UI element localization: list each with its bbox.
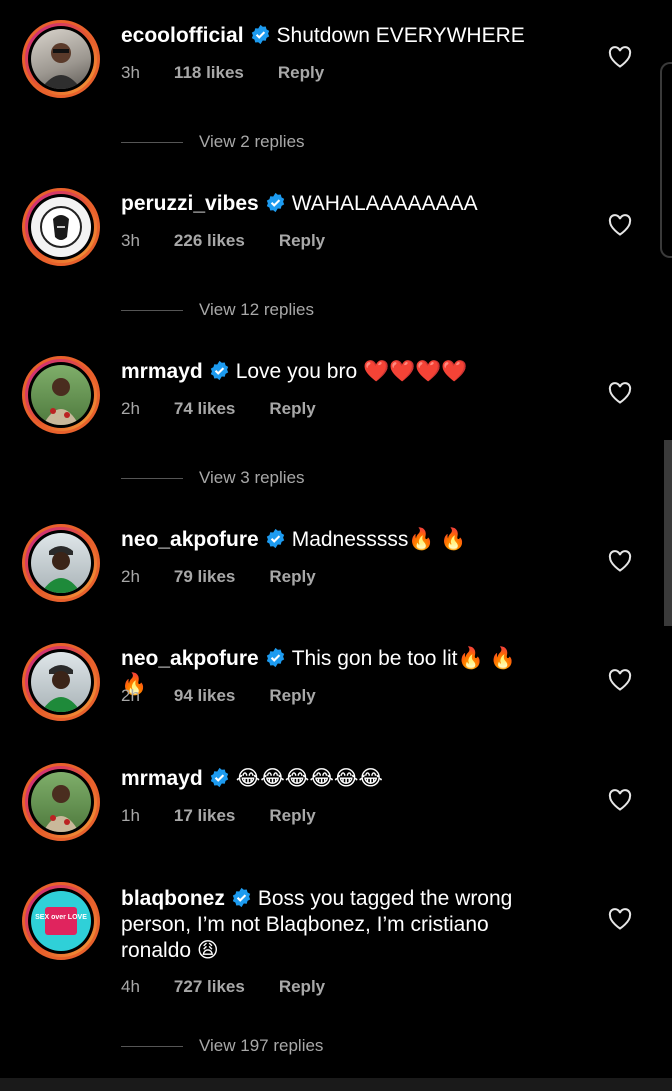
avatar-text: SEX over LOVE <box>35 914 87 921</box>
likes-count[interactable]: 226 likes <box>174 231 245 250</box>
timestamp: 2h <box>121 686 140 705</box>
comment-text: mrmayd Love you bro ❤️❤️❤️❤️ <box>121 359 541 385</box>
comment-text: ecoolofficial Shutdown EVERYWHERE <box>121 23 541 49</box>
scrollbar[interactable] <box>664 440 672 626</box>
comment-meta: 1h 17 likes Reply <box>121 806 350 826</box>
heart-icon[interactable] <box>608 908 632 930</box>
comment-body: Shutdown EVERYWHERE <box>276 24 525 47</box>
heart-icon[interactable] <box>608 214 632 236</box>
comment-text: neo_akpofure Madnesssss🔥 🔥 <box>121 527 541 553</box>
heart-icon[interactable] <box>608 669 632 691</box>
comment-body: Love you bro ❤️❤️❤️❤️ <box>235 360 468 383</box>
avatar[interactable] <box>22 643 100 721</box>
verified-icon <box>210 767 228 788</box>
comment-text: mrmayd 😂😂😂😂😂😂 <box>121 766 541 792</box>
avatar[interactable] <box>22 524 100 602</box>
verified-icon <box>266 528 284 549</box>
heart-icon[interactable] <box>608 789 632 811</box>
likes-count[interactable]: 74 likes <box>174 399 235 418</box>
username[interactable]: ecoolofficial <box>121 24 244 47</box>
avatar[interactable] <box>22 763 100 841</box>
comment-meta: 2h 79 likes Reply <box>121 567 350 587</box>
reply-button[interactable]: Reply <box>269 567 315 586</box>
avatar[interactable]: SEX over LOVE <box>22 882 100 960</box>
edge-panel-handle[interactable] <box>660 62 672 258</box>
comment-body: 😂😂😂😂😂😂 <box>235 767 383 790</box>
comment-meta: 4h 727 likes Reply <box>121 977 359 997</box>
divider <box>121 478 183 480</box>
likes-count[interactable]: 118 likes <box>174 63 244 82</box>
comment-meta: 2h 74 likes Reply <box>121 399 350 419</box>
username[interactable]: mrmayd <box>121 767 203 790</box>
divider <box>121 142 183 144</box>
bottom-bar <box>0 1078 672 1091</box>
comment-meta: 3h 118 likes Reply <box>121 63 358 83</box>
comment-body: WAHALAAAAAAAA <box>291 192 478 215</box>
view-replies-button[interactable]: View 3 replies <box>121 468 305 488</box>
username[interactable]: blaqbonez <box>121 887 225 910</box>
reply-button[interactable]: Reply <box>279 231 325 250</box>
heart-icon[interactable] <box>608 550 632 572</box>
avatar[interactable] <box>22 20 100 98</box>
likes-count[interactable]: 94 likes <box>174 686 235 705</box>
reply-button[interactable]: Reply <box>269 686 315 705</box>
avatar[interactable] <box>22 356 100 434</box>
timestamp: 3h <box>121 231 140 250</box>
view-replies-button[interactable]: View 2 replies <box>121 132 305 152</box>
comment-body: Madnesssss🔥 🔥 <box>291 528 467 551</box>
verified-icon <box>232 887 251 908</box>
comment-meta: 3h 226 likes Reply <box>121 231 359 251</box>
timestamp: 1h <box>121 806 140 825</box>
reply-button[interactable]: Reply <box>269 399 315 418</box>
likes-count[interactable]: 79 likes <box>174 567 235 586</box>
likes-count[interactable]: 727 likes <box>174 977 245 996</box>
username[interactable]: neo_akpofure <box>121 528 259 551</box>
username[interactable]: peruzzi_vibes <box>121 192 259 215</box>
view-replies-button[interactable]: View 197 replies <box>121 1036 323 1056</box>
username[interactable]: neo_akpofure <box>121 647 259 670</box>
view-replies-label: View 197 replies <box>199 1036 324 1055</box>
reply-button[interactable]: Reply <box>278 63 324 82</box>
likes-count[interactable]: 17 likes <box>174 806 235 825</box>
comment-meta: 2h 94 likes Reply <box>121 686 350 706</box>
comment-text: peruzzi_vibes WAHALAAAAAAAA <box>121 191 541 217</box>
avatar[interactable] <box>22 188 100 266</box>
timestamp: 2h <box>121 567 140 586</box>
view-replies-button[interactable]: View 12 replies <box>121 300 314 320</box>
timestamp: 4h <box>121 977 140 996</box>
comment-text: blaqbonez Boss you tagged the wrong perso… <box>121 886 551 964</box>
reply-button[interactable]: Reply <box>279 977 325 996</box>
reply-button[interactable]: Reply <box>269 806 315 825</box>
verified-icon <box>266 647 284 668</box>
divider <box>121 1046 183 1048</box>
view-replies-label: View 2 replies <box>199 132 305 151</box>
heart-icon[interactable] <box>608 46 632 68</box>
verified-icon <box>210 360 228 381</box>
username[interactable]: mrmayd <box>121 360 203 383</box>
view-replies-label: View 3 replies <box>199 468 305 487</box>
view-replies-label: View 12 replies <box>199 300 314 319</box>
timestamp: 2h <box>121 399 140 418</box>
divider <box>121 310 183 312</box>
verified-icon <box>266 192 284 213</box>
heart-icon[interactable] <box>608 382 632 404</box>
timestamp: 3h <box>121 63 140 82</box>
verified-icon <box>251 24 269 45</box>
